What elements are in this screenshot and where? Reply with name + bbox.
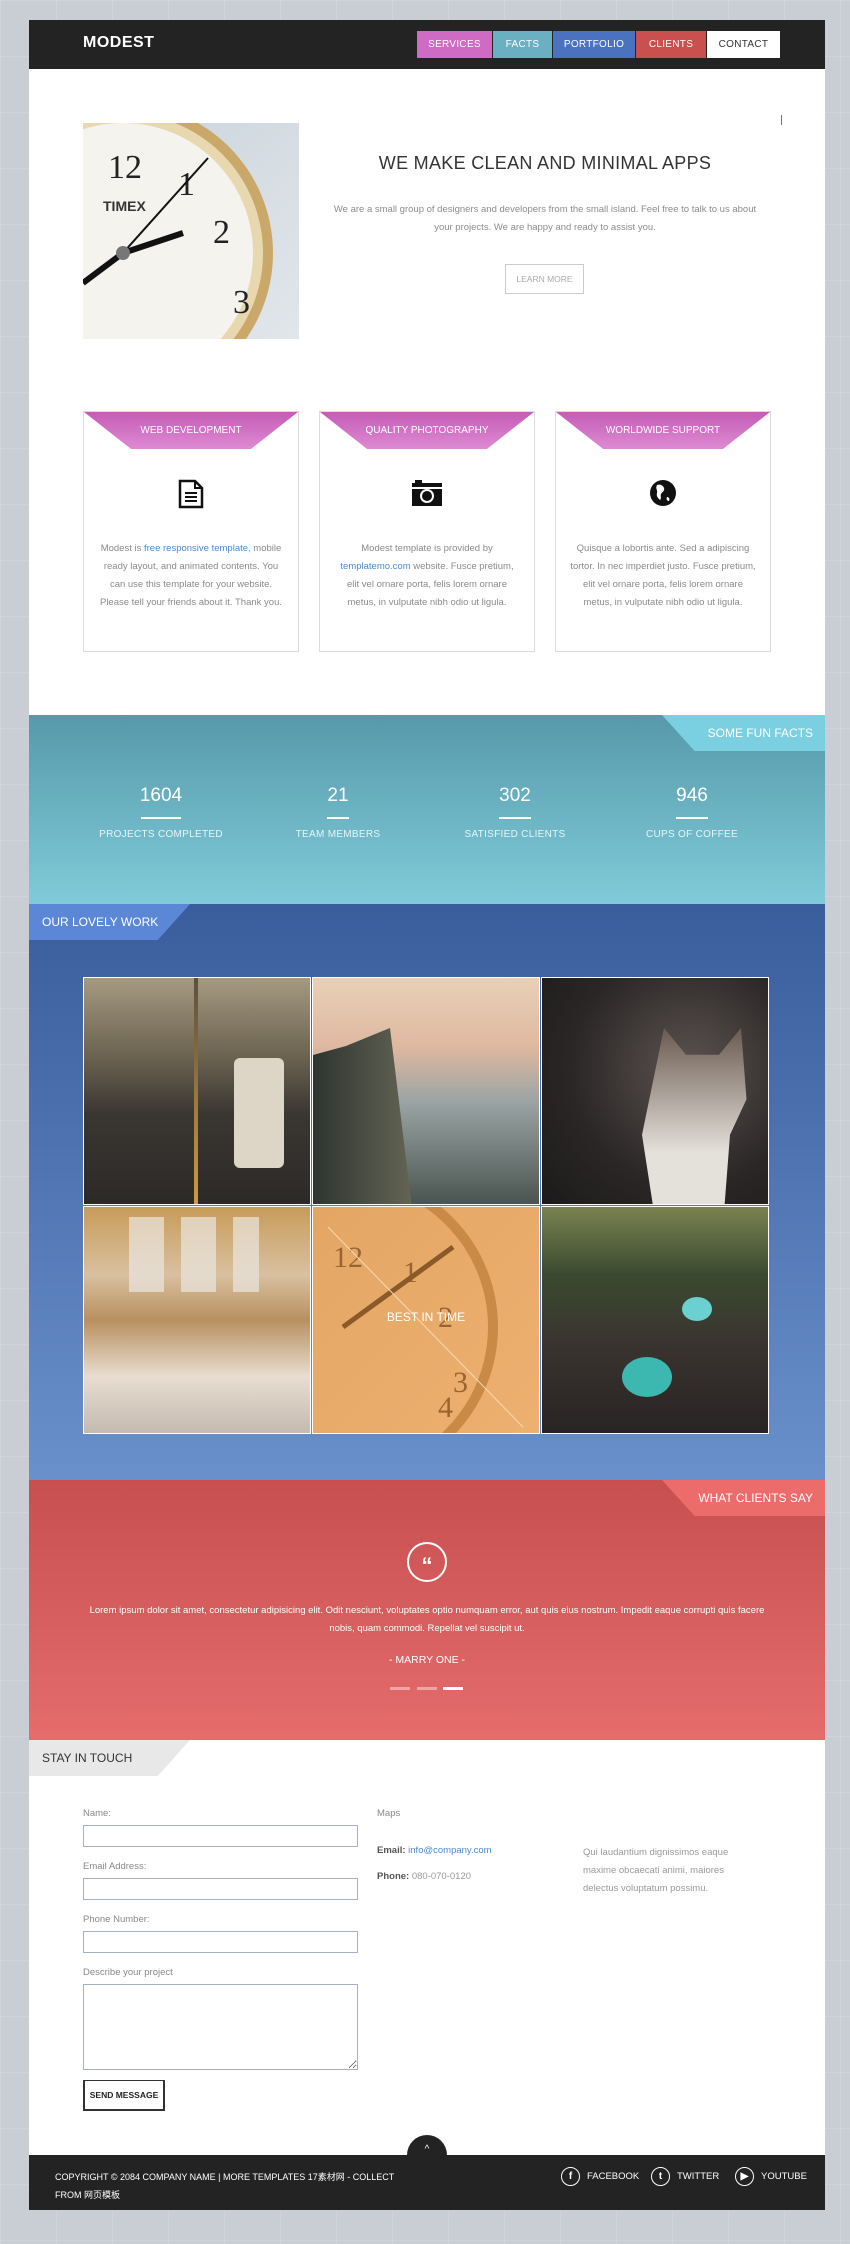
hero-title: WE MAKE CLEAN AND MINIMAL APPS (378, 153, 712, 173)
contact-badge: STAY IN TOUCH (29, 1740, 190, 1776)
service-card-web-development: WEB DEVELOPMENT Modest is free responsiv… (83, 411, 299, 652)
slide-dot-1[interactable] (390, 1687, 410, 1690)
name-label: Name: (83, 1808, 111, 1819)
nav-clients[interactable]: CLIENTS (636, 31, 706, 58)
phone-input[interactable] (83, 1931, 358, 1953)
card-title: QUALITY PHOTOGRAPHY (320, 412, 534, 449)
nav-facts[interactable]: FACTS (493, 31, 552, 58)
svg-text:TIMEX: TIMEX (103, 198, 146, 214)
logo[interactable]: MODEST (83, 34, 154, 52)
fact-item: 946 CUPS OF COFFEE (646, 785, 738, 840)
portfolio-item-clock[interactable]: 12 1 2 3 4 BEST IN TIME (312, 1206, 540, 1434)
portfolio-section: OUR LOVELY WORK 12 1 2 3 4 BEST IN TIME (29, 904, 825, 1480)
portfolio-item-dog[interactable] (541, 977, 769, 1205)
free-template-link[interactable]: free responsive template (144, 543, 248, 554)
chevron-up-icon: ^ (424, 2144, 430, 2155)
clients-badge: WHAT CLIENTS SAY (662, 1480, 825, 1516)
globe-icon (556, 479, 770, 514)
portfolio-item-mountain[interactable] (312, 977, 540, 1205)
service-card-photography: QUALITY PHOTOGRAPHY Modest template is p… (319, 411, 535, 652)
nav-services[interactable]: SERVICES (417, 31, 492, 58)
project-label: Describe your project (83, 1967, 173, 1978)
learn-more-button[interactable]: LEARN MORE (505, 264, 584, 294)
facebook-icon: f (561, 2167, 580, 2186)
twitter-icon: t (651, 2167, 670, 2186)
hero-clock-image: 12 1 2 3 TIMEX (83, 123, 299, 339)
testimonial-text: Lorem ipsum dolor sit amet, consectetur … (89, 1605, 765, 1634)
twitter-link[interactable]: t TWITTER (651, 2167, 719, 2186)
facebook-link[interactable]: f FACEBOOK (561, 2167, 639, 2186)
youtube-icon: ▶ (735, 2167, 754, 2186)
nav-portfolio[interactable]: PORTFOLIO (553, 31, 635, 58)
fact-item: 1604 PROJECTS COMPLETED (99, 785, 223, 840)
service-card-support: WORLDWIDE SUPPORT Quisque a lobortis ant… (555, 411, 771, 652)
card-text: Modest template is provided by templatem… (340, 543, 514, 608)
quote-icon: “ (407, 1542, 447, 1582)
contact-side-text: Qui laudantium dignissimos eaque maxime … (583, 1847, 729, 1894)
divider (781, 115, 782, 125)
copyright-text: COPYRIGHT © 2084 COMPANY NAME | MORE TEM… (55, 2172, 395, 2200)
card-title: WORLDWIDE SUPPORT (556, 412, 770, 449)
send-message-button[interactable]: SEND MESSAGE (83, 2080, 165, 2111)
testimonial-author: - MARRY ONE - (388, 1654, 466, 1666)
card-title: WEB DEVELOPMENT (84, 412, 298, 449)
portfolio-badge: OUR LOVELY WORK (29, 904, 190, 940)
svg-text:2: 2 (213, 214, 230, 251)
svg-text:12: 12 (333, 1241, 363, 1274)
contact-email: Email: info@company.com (377, 1845, 492, 1856)
email-input[interactable] (83, 1878, 358, 1900)
portfolio-item-street[interactable] (83, 977, 311, 1205)
slide-dot-3-active[interactable] (443, 1687, 463, 1690)
svg-text:4: 4 (438, 1391, 453, 1424)
portfolio-item-market[interactable] (541, 1206, 769, 1434)
name-input[interactable] (83, 1825, 358, 1847)
fact-item: 21 TEAM MEMBERS (295, 785, 381, 840)
nav-contact[interactable]: CONTACT (707, 31, 780, 58)
hero-section: 12 1 2 3 TIMEX WE MAKE CLEAN AND MINIMAL AP… (29, 69, 825, 715)
svg-text:3: 3 (453, 1366, 468, 1399)
maps-label: Maps (377, 1808, 401, 1819)
svg-text:3: 3 (233, 284, 250, 321)
fact-item: 302 SATISFIED CLIENTS (464, 785, 566, 840)
phone-label: Phone Number: (83, 1914, 150, 1925)
hero-text: We are a small group of designers and de… (333, 204, 757, 233)
contact-phone: Phone: 080-070-0120 (377, 1871, 472, 1882)
youtube-link[interactable]: ▶ YOUTUBE (735, 2167, 807, 2186)
camera-icon (320, 479, 534, 514)
slide-dot-2[interactable] (417, 1687, 437, 1690)
facts-section: SOME FUN FACTS 1604 PROJECTS COMPLETED 21… (29, 715, 825, 904)
contact-section: STAY IN TOUCH Name: Email Address: Phone… (29, 1740, 825, 2155)
portfolio-caption: BEST IN TIME (386, 1310, 466, 1324)
scroll-top-button[interactable]: ^ (407, 2135, 447, 2175)
testimonials-section: WHAT CLIENTS SAY “ Lorem ipsum dolor sit… (29, 1480, 825, 1740)
project-textarea[interactable] (83, 1984, 358, 2070)
portfolio-item-station[interactable] (83, 1206, 311, 1434)
document-icon (84, 479, 298, 516)
svg-text:12: 12 (108, 149, 142, 186)
card-text: Quisque a lobortis ante. Sed a adipiscin… (570, 543, 756, 608)
email-label: Email Address: (83, 1861, 147, 1872)
facts-badge: SOME FUN FACTS (662, 715, 825, 751)
top-navbar: MODEST SERVICES FACTS PORTFOLIO CLIENTS … (29, 20, 825, 69)
svg-text:1: 1 (178, 166, 195, 203)
email-link[interactable]: info@company.com (408, 1845, 491, 1856)
card-text: Modest is free responsive template, mobi… (99, 543, 282, 608)
templatemo-link[interactable]: templatemo.com (340, 561, 410, 572)
